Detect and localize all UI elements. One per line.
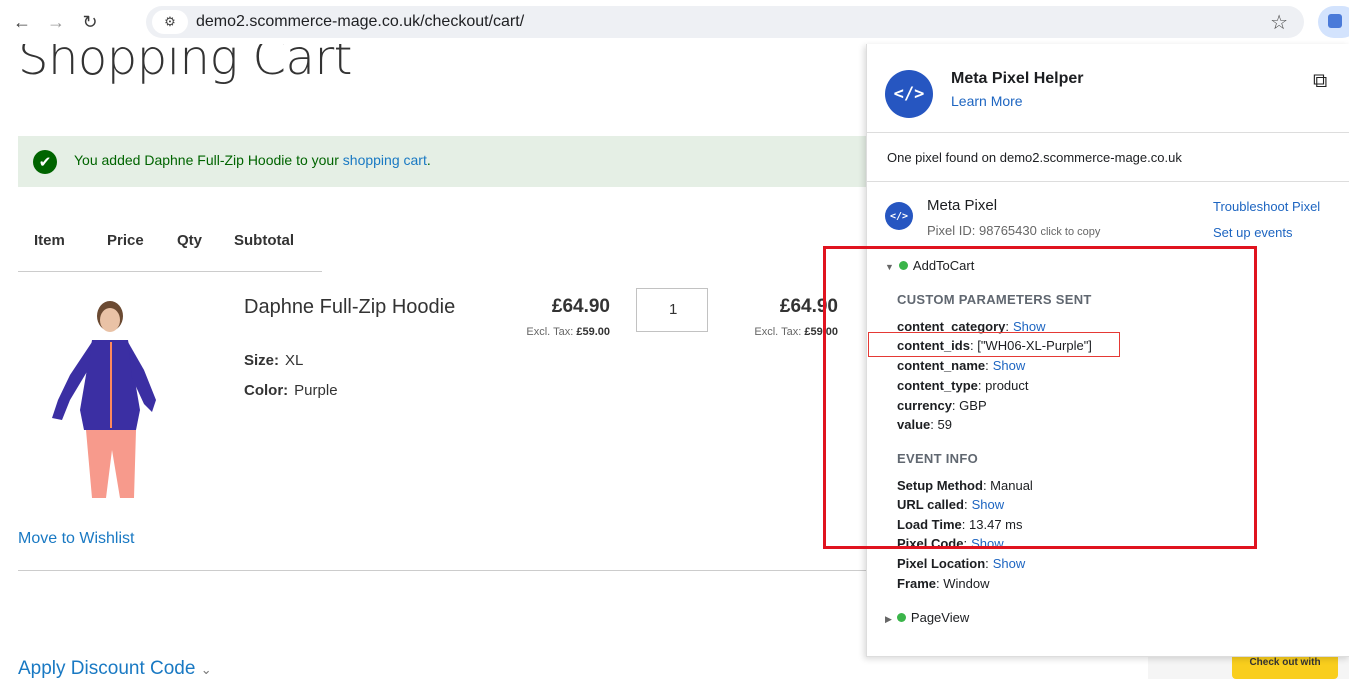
shopping-cart-link[interactable]: shopping cart [343,152,427,168]
info-sep: : [985,556,989,571]
message-suffix: . [426,152,431,168]
column-header-price: Price [107,232,144,249]
show-link[interactable]: Show [993,556,1026,571]
set-up-events-link[interactable]: Set up events [1213,225,1293,240]
color-label: Color: [244,382,289,399]
divider [867,181,1349,182]
info-row: Pixel Location: Show [897,556,1025,571]
event-pageview-label[interactable]: PageView [911,610,969,625]
meta-pixel-small-icon: </> [885,202,913,230]
pixel-id[interactable]: Pixel ID: 98765430 click to copy [927,223,1100,238]
back-arrow-icon[interactable]: ← [8,8,36,36]
external-link-icon[interactable]: ⧉ [1313,70,1327,93]
column-header-subtotal: Subtotal [234,232,294,249]
move-to-wishlist-link[interactable]: Move to Wishlist [18,530,134,548]
apply-discount-toggle[interactable]: Apply Discount Code ⌄ [18,658,212,680]
bookmark-star-icon[interactable]: ☆ [1270,10,1288,35]
event-pageview[interactable]: ▶ PageView [885,610,969,625]
divider [867,132,1349,133]
size-value: XL [285,352,304,369]
success-dot-icon [896,613,906,622]
troubleshoot-pixel-link[interactable]: Troubleshoot Pixel [1213,199,1320,214]
chevron-down-icon: ⌄ [200,662,212,677]
pixel-found-text: One pixel found on demo2.scommerce-mage.… [887,150,1182,165]
price-excl-value: £59.00 [576,326,610,338]
forward-arrow-icon[interactable]: → [42,8,70,36]
collapsed-triangle-icon[interactable]: ▶ [885,614,892,624]
product-name[interactable]: Daphne Full-Zip Hoodie [244,296,455,319]
addtocart-highlight-box [823,246,1257,549]
size-label: Size: [244,352,280,369]
price-excl-label: Excl. Tax: [526,326,574,338]
click-to-copy[interactable]: click to copy [1040,226,1100,238]
product-color: Color: Purple [244,382,338,399]
pixel-helper-title: Meta Pixel Helper [951,70,1084,87]
message-prefix: You added Daphne Full-Zip Hoodie to your [74,152,343,168]
product-image[interactable] [40,300,180,500]
product-size: Size: XL [244,352,303,369]
color-value: Purple [294,382,338,399]
checkmark-icon: ✔ [33,150,57,174]
pixel-id-value[interactable]: Pixel ID: 98765430 [927,223,1037,238]
extension-icon[interactable] [1318,6,1349,38]
success-message: ✔ You added Daphne Full-Zip Hoodie to yo… [18,136,878,187]
item-price-excl-tax: Excl. Tax: £59.00 [450,326,610,338]
item-subtotal-excl-tax: Excl. Tax: £59.00 [678,326,838,338]
item-subtotal: £64.90 [779,296,838,317]
column-header-item: Item [34,232,65,249]
item-price: £64.90 [551,296,610,317]
success-message-text: You added Daphne Full-Zip Hoodie to your… [74,152,431,168]
address-bar[interactable]: ⚙ demo2.scommerce-mage.co.uk/checkout/ca… [146,6,1304,38]
pixel-name: Meta Pixel [927,197,998,214]
info-row: Frame: Window [897,576,990,591]
reload-icon[interactable]: ↻ [76,8,104,36]
learn-more-link[interactable]: Learn More [951,93,1023,109]
item-divider [18,570,878,571]
site-info-icon[interactable]: ⚙ [152,10,188,34]
apply-discount-label[interactable]: Apply Discount Code [18,658,195,679]
header-divider [18,271,322,272]
url-text[interactable]: demo2.scommerce-mage.co.uk/checkout/cart… [196,13,524,31]
browser-toolbar: ← → ↻ ⚙ demo2.scommerce-mage.co.uk/check… [0,0,1349,44]
info-key: Pixel Location [897,556,986,571]
info-value: Window [939,576,990,591]
info-key: Frame [897,576,937,591]
column-header-qty: Qty [177,232,203,249]
subtotal-excl-label: Excl. Tax: [754,326,802,338]
meta-pixel-logo-icon: </> [885,70,933,118]
